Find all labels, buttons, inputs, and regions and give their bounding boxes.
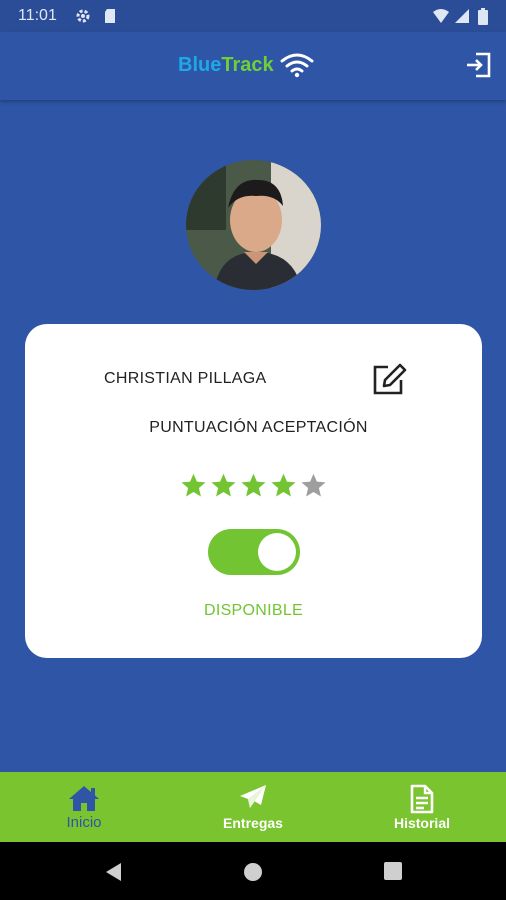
brand-logo: Blue Track [178,52,314,78]
star-filled-icon [271,473,296,497]
edit-icon[interactable] [372,362,408,396]
document-icon [410,784,434,814]
profile-card: CHRISTIAN PILLAGA PUNTUACIÓN ACEPTACIÓN … [25,324,482,658]
wifi-icon [280,53,314,78]
logout-icon[interactable] [464,51,492,79]
wifi-status-icon [433,9,449,23]
back-icon[interactable] [104,862,122,882]
toggle-knob [258,533,296,571]
home-button-icon[interactable] [243,862,263,882]
send-icon [240,785,266,808]
recents-icon[interactable] [384,862,402,880]
nav-label-entregas: Entregas [223,815,283,831]
star-filled-icon [241,473,266,497]
nav-label-historial: Historial [393,815,450,831]
brand-name-part2: Track [221,53,274,76]
avatar-photo [186,160,321,290]
nav-item-inicio[interactable]: Inicio [0,772,168,842]
nav-item-historial[interactable]: Historial [338,772,506,842]
star-filled-icon [211,473,236,497]
status-bar: 11:01 [0,0,506,32]
bottom-nav: Inicio Entregas Historial [0,772,506,842]
sd-card-icon [105,9,115,23]
brand-name-part1: Blue [178,53,222,76]
rating-stars [180,472,327,499]
score-label: PUNTUACIÓN ACEPTACIÓN [149,419,368,436]
availability-label: DISPONIBLE [203,602,304,619]
nav-item-entregas[interactable]: Entregas [169,772,337,842]
settings-icon [76,9,90,23]
star-filled-icon [181,473,206,497]
system-nav-bar [0,842,506,900]
availability-toggle[interactable] [208,529,300,575]
nav-label-inicio: Inicio [66,814,102,831]
star-empty-icon [301,473,326,497]
avatar [186,160,321,290]
battery-icon [478,8,488,25]
home-icon [69,786,99,811]
driver-name: CHRISTIAN PILLAGA [104,370,267,387]
app-bar: Blue Track [0,32,506,100]
status-time: 11:01 [18,7,57,24]
signal-icon [455,9,469,23]
